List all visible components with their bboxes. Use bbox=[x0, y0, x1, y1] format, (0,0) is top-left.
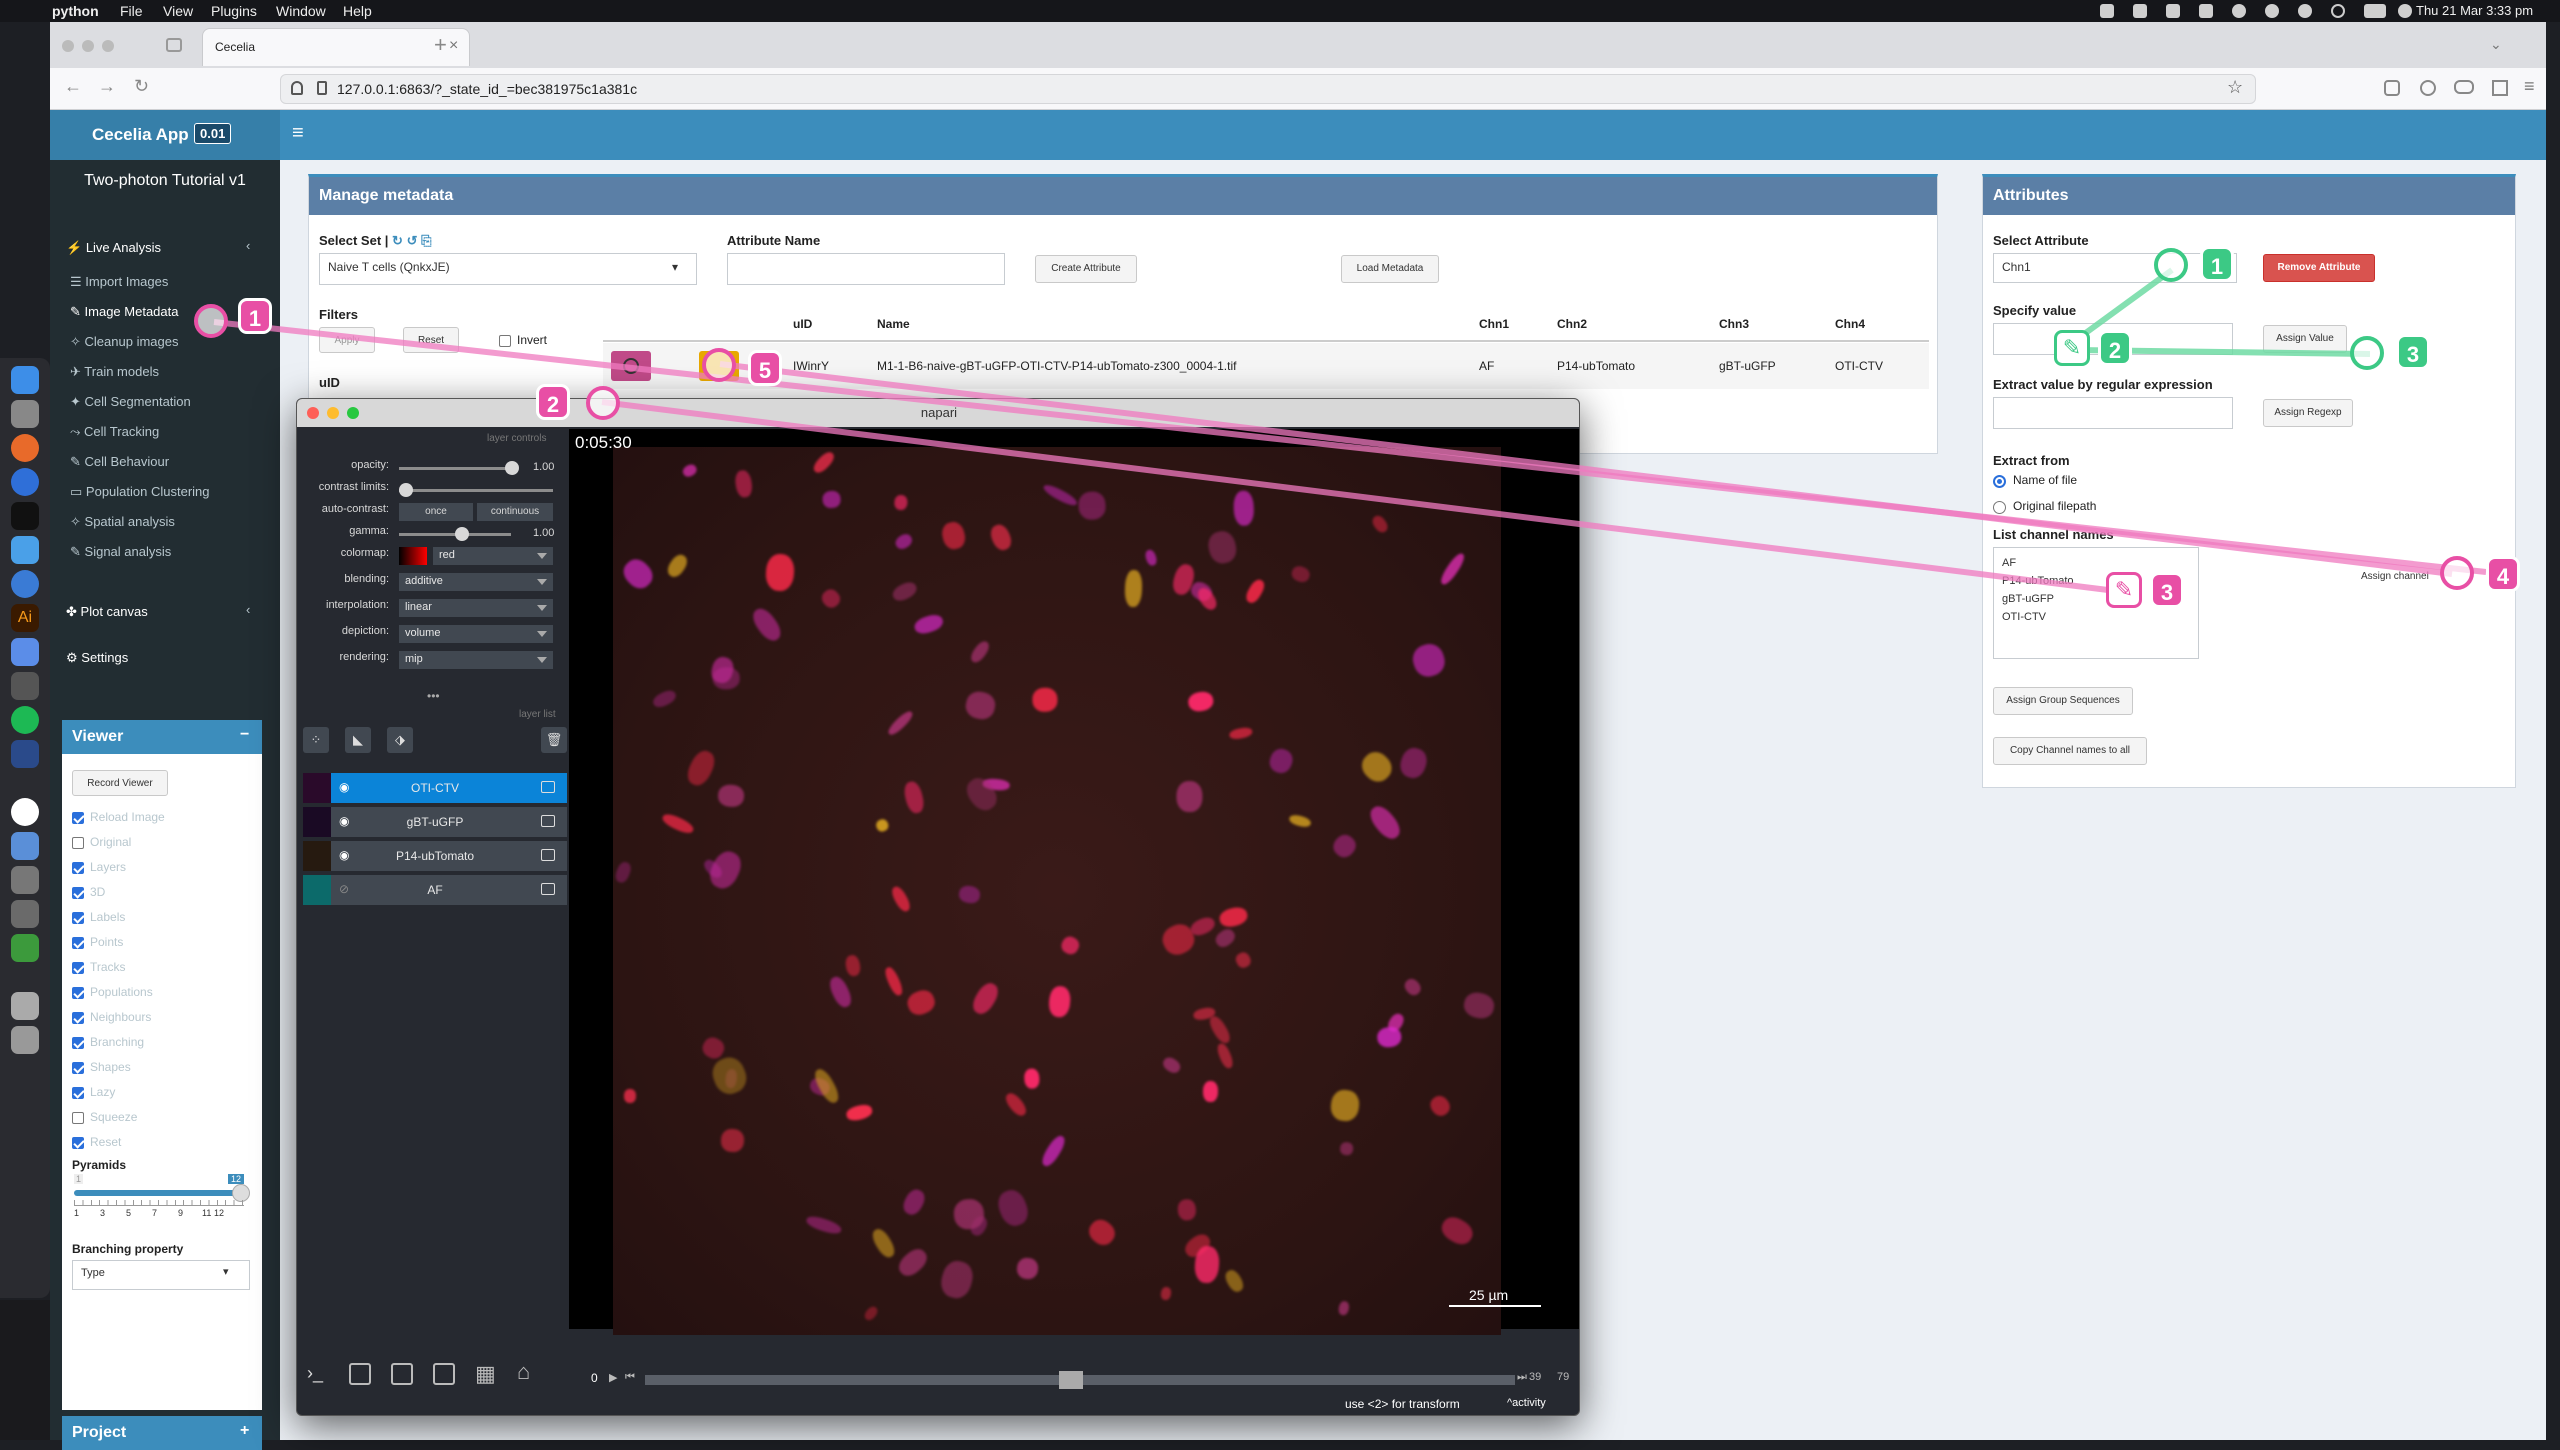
annotation-marker-green-1: 1 bbox=[2200, 246, 2234, 282]
annotation-marker-green-3: 3 bbox=[2396, 334, 2430, 370]
click-target-ring bbox=[702, 348, 736, 382]
click-target-ring bbox=[194, 304, 228, 338]
annotation-marker-4: 4 bbox=[2486, 556, 2520, 592]
annotation-line-pink bbox=[601, 399, 2125, 595]
annotation-line-pink bbox=[719, 361, 2453, 577]
click-target-ring bbox=[586, 386, 620, 420]
edit-icon: ✎ bbox=[2054, 330, 2090, 366]
click-target-ring bbox=[2440, 556, 2474, 590]
annotation-marker-1: 1 bbox=[238, 298, 272, 334]
annotation-marker-5: 5 bbox=[748, 350, 782, 386]
click-target-ring bbox=[2350, 336, 2384, 370]
click-target-ring bbox=[2154, 248, 2188, 282]
edit-icon: ✎ bbox=[2106, 572, 2142, 608]
annotation-marker-2: 2 bbox=[536, 384, 570, 420]
annotation-lines bbox=[213, 267, 2487, 595]
annotation-marker-green-2: 2 bbox=[2098, 330, 2132, 366]
annotation-marker-3: 3 bbox=[2150, 572, 2184, 608]
